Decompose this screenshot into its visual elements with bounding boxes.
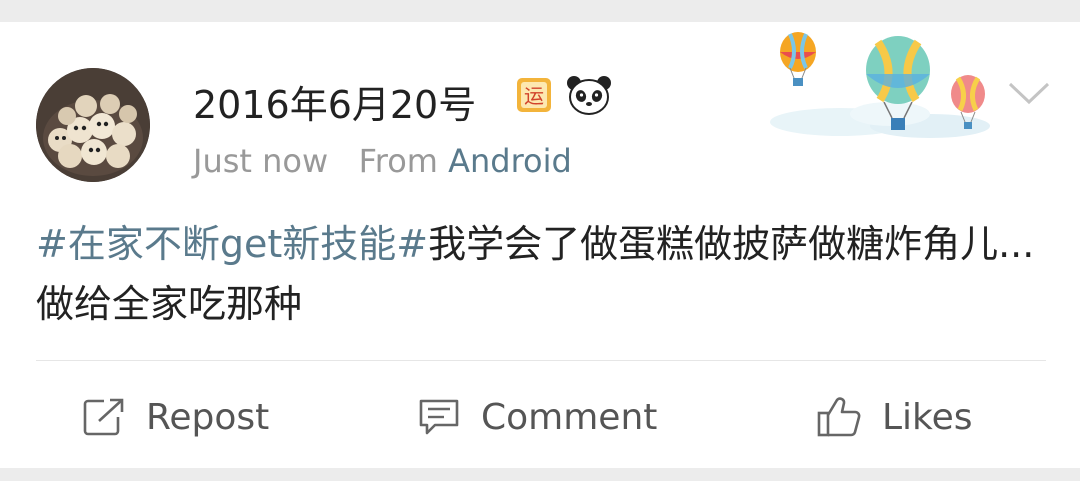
post-body: #在家不断get新技能#我学会了做蛋糕做披萨做糖炸角儿...做给全家吃那种 [36,214,1036,334]
badge-char: 运 [524,84,544,108]
hashtag-link[interactable]: #在家不断get新技能# [36,222,428,266]
like-button[interactable]: Likes [816,392,973,442]
avatar[interactable] [36,68,150,182]
comment-label: Comment [481,396,658,438]
likes-label: Likes [882,396,973,438]
post-time: Just now [193,142,329,180]
divider [36,360,1046,361]
comment-button[interactable]: Comment [417,392,657,442]
repost-label: Repost [146,396,270,438]
source-prefix: From [358,142,438,180]
yun-badge-icon[interactable]: 运 [515,76,553,114]
post-card: 2016年6月20号 运 Just now From Android #在家不断… [0,22,1080,468]
avatar-image [36,68,150,182]
comment-icon [419,399,459,435]
hot-air-balloons-decoration [770,32,990,138]
source-app[interactable]: Android [448,142,572,180]
thumbs-up-icon [817,397,861,437]
weibo-feed: 2016年6月20号 运 Just now From Android #在家不断… [0,0,1080,481]
chevron-down-icon[interactable] [1006,78,1052,108]
panda-icon [567,76,611,115]
post-meta: Just now From Android [193,142,572,180]
repost-icon [83,398,124,436]
balloon-small-left [780,32,816,86]
repost-button[interactable]: Repost [82,392,269,442]
username[interactable]: 2016年6月20号 [193,74,476,129]
